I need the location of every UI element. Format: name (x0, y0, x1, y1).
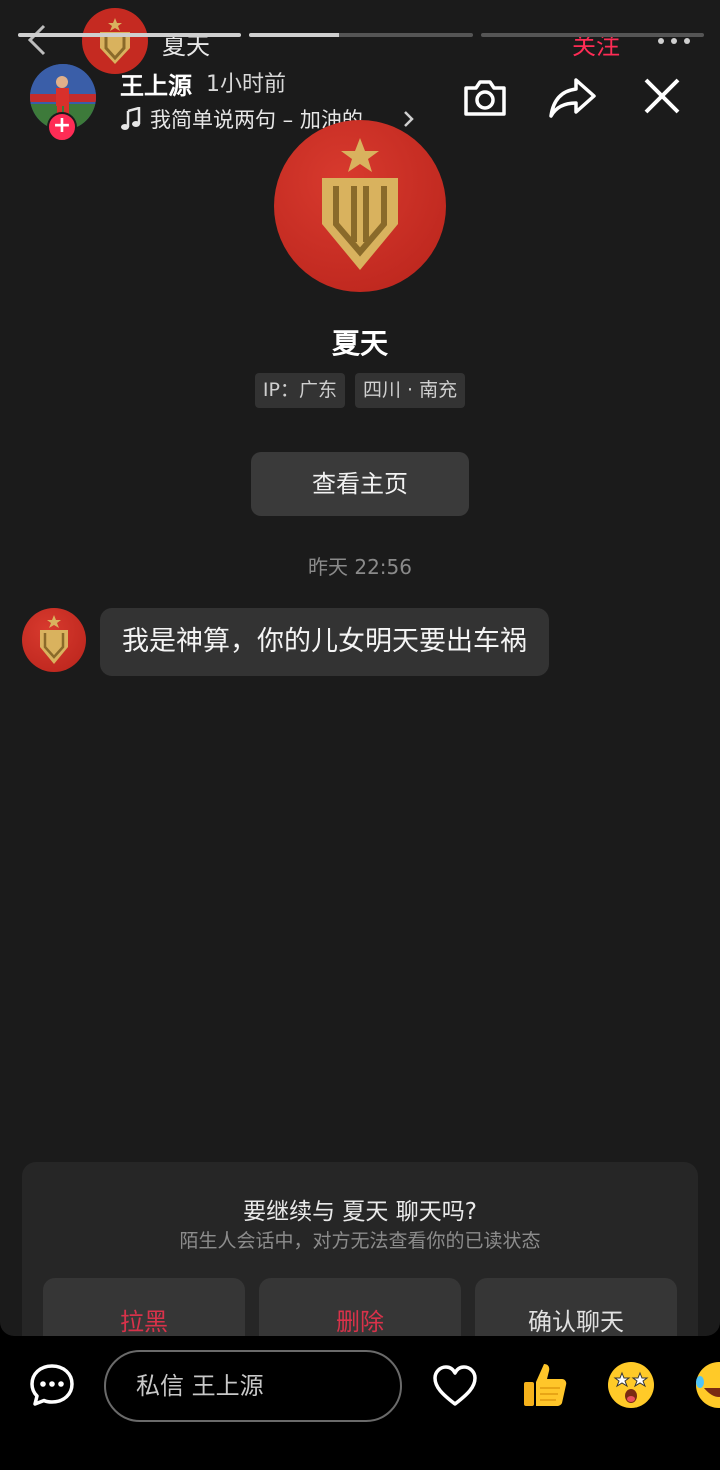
stranger-chat-prompt: 要继续与 夏天 聊天吗? 陌生人会话中，对方无法查看你的已读状态 拉黑 删除 确… (22, 1162, 698, 1336)
story-progress (18, 33, 704, 37)
block-button[interactable]: 拉黑 (43, 1278, 245, 1336)
progress-segment (249, 33, 473, 37)
follow-plus-badge[interactable]: + (47, 112, 77, 142)
profile-name: 夏天 (331, 327, 388, 360)
location-tag: 四川 · 南充 (354, 373, 466, 408)
bottom-bar: 私信 王上源 (0, 1336, 720, 1470)
more-icon[interactable] (656, 36, 692, 46)
profile-tags: IP：广东 四川 · 南充 (0, 373, 720, 408)
ip-tag: IP：广东 (254, 373, 345, 408)
dm-input[interactable]: 私信 王上源 (104, 1350, 402, 1422)
story-time: 1小时前 (206, 72, 286, 97)
progress-segment (18, 33, 242, 37)
close-icon[interactable] (640, 74, 684, 120)
progress-segment (480, 33, 704, 37)
heart-icon[interactable] (432, 1364, 478, 1412)
laugh-emoji[interactable] (694, 1360, 720, 1410)
music-note-icon (121, 107, 141, 130)
message-bubble[interactable]: 我是神算，你的儿女明天要出车祸 (100, 608, 549, 676)
camera-icon[interactable] (462, 74, 508, 120)
confirm-chat-button[interactable]: 确认聊天 (475, 1278, 677, 1336)
story-username[interactable]: 王上源 (120, 66, 192, 101)
back-icon[interactable] (24, 22, 48, 58)
profile-avatar[interactable] (274, 120, 446, 292)
prompt-title: 要继续与 夏天 聊天吗? (243, 1199, 477, 1225)
star-eyes-emoji[interactable] (606, 1360, 656, 1410)
comment-icon[interactable] (28, 1362, 76, 1414)
share-icon[interactable] (548, 74, 598, 120)
message-timestamp: 昨天 22:56 (308, 555, 412, 579)
chat-title: 夏天 (162, 32, 210, 60)
thumbs-up-emoji[interactable] (520, 1360, 570, 1410)
story-screen: 夏天 关注 + 王上源 1小时前 我简单说两句 – 加油的… 夏天 IP：广东 … (0, 0, 720, 1336)
delete-button[interactable]: 删除 (259, 1278, 461, 1336)
chevron-right-icon (403, 111, 414, 127)
view-profile-button[interactable]: 查看主页 (251, 452, 469, 516)
sender-avatar[interactable] (22, 608, 86, 672)
prompt-subtitle: 陌生人会话中，对方无法查看你的已读状态 (179, 1230, 541, 1252)
follow-button[interactable]: 关注 (572, 26, 620, 61)
chat-avatar[interactable] (82, 8, 148, 74)
